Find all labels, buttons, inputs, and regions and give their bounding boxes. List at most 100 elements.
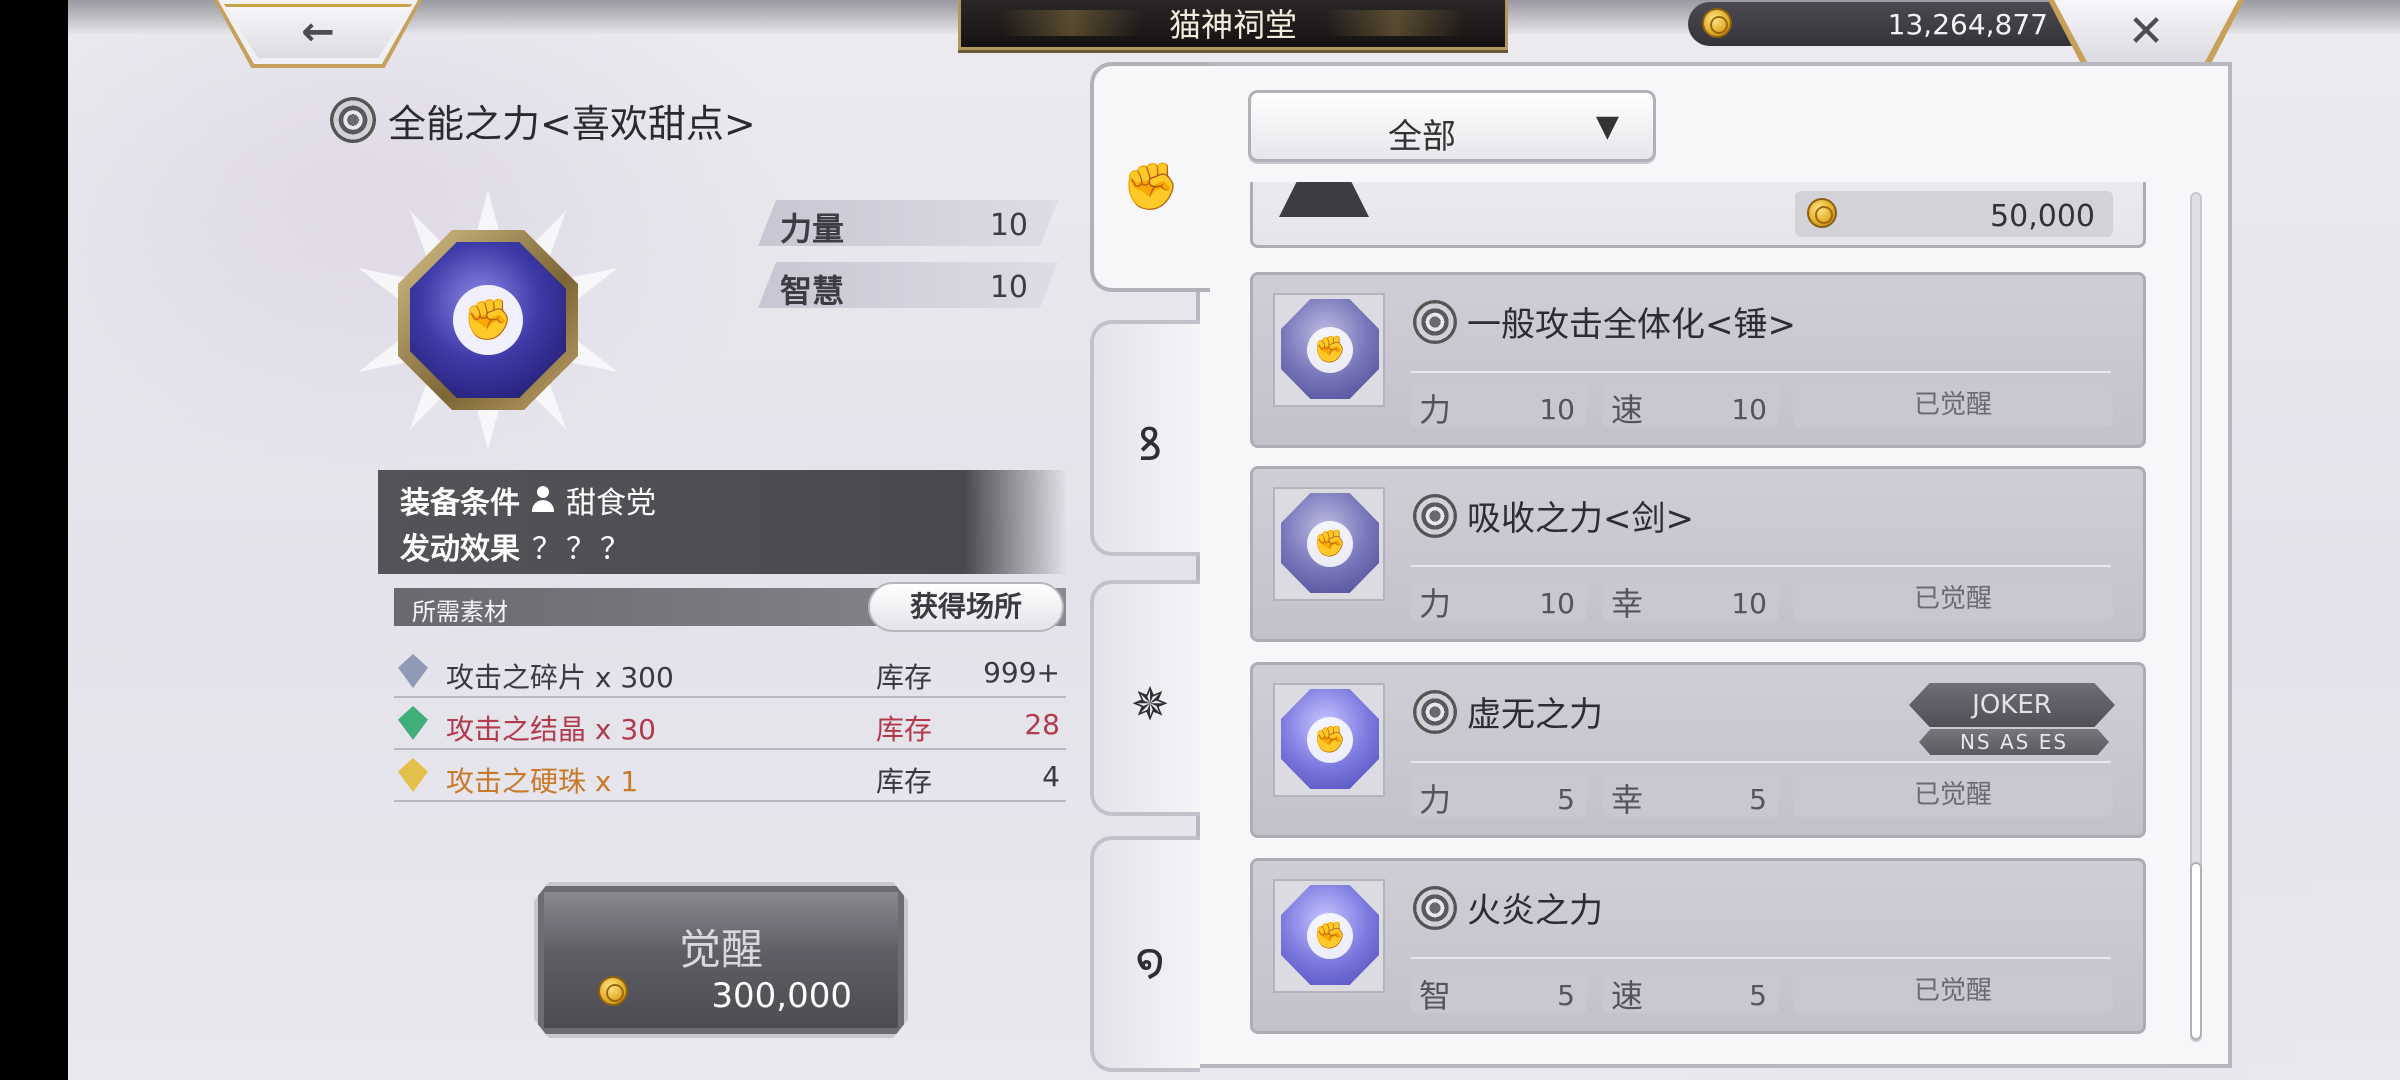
stock-value: 999+	[983, 656, 1060, 689]
tab-vortex[interactable]: ໑	[1090, 836, 1200, 1072]
coin-icon	[1807, 198, 1837, 228]
swirl-icon: ꝸ	[1137, 417, 1163, 471]
fist-icon: ✊	[1307, 327, 1353, 373]
joker-sub-badge: NS AS ES	[1919, 729, 2109, 755]
skill-name: 虚无之力	[1467, 695, 1603, 735]
awaken-button[interactable]: 觉醒 300,000	[534, 882, 908, 1038]
cost-value: 50,000	[1990, 199, 2095, 234]
stat-key: 力	[1419, 391, 1452, 429]
chevron-down-icon: ▼	[1595, 109, 1619, 144]
status-badge: 已觉醒	[1793, 969, 2113, 1013]
tab-swirl[interactable]: ꝸ	[1090, 320, 1200, 556]
filter-dropdown[interactable]: 全部 ▼	[1248, 90, 1656, 162]
card-title-row: 火炎之力	[1413, 883, 1603, 932]
stat-pill: 力 10	[1411, 577, 1587, 623]
skill-gear-icon	[330, 97, 376, 143]
shard-icon	[398, 654, 428, 688]
card-title-row: 吸收之力<剑>	[1413, 491, 1694, 540]
material-row: 攻击之硬珠 x 1 库存 4	[394, 752, 1066, 802]
skill-name: 一般攻击全体化<锤>	[1467, 305, 1796, 345]
skill-list[interactable]: 50,000 ✊ 一般攻击全体化<锤> 力 10 速 10 已觉醒 ✊ 吸收之力…	[1250, 182, 2150, 1052]
stat-key: 幸	[1611, 585, 1644, 623]
currency-display: 13,264,877	[1688, 2, 2108, 46]
stat-value: 10	[989, 208, 1028, 243]
stock-value: 4	[1042, 760, 1060, 793]
filter-label: 全部	[1388, 117, 1456, 157]
fist-icon: ✊	[1307, 521, 1353, 567]
equip-condition-row: 装备条件 甜食党	[400, 478, 656, 522]
stat-value: 5	[1557, 783, 1575, 816]
gem-icon	[1279, 182, 1369, 217]
gear-icon	[1413, 299, 1457, 344]
stat-key: 幸	[1611, 781, 1644, 819]
tab-fist[interactable]: ✊	[1090, 62, 1210, 292]
stat-row-wisdom: 智慧 10	[758, 262, 1058, 308]
stat-key: 速	[1611, 391, 1644, 429]
obtain-location-button[interactable]: 获得场所	[868, 582, 1064, 632]
skill-title: 全能之力<喜欢甜点>	[388, 101, 756, 146]
status-badge: 已觉醒	[1793, 383, 2113, 427]
stat-value: 10	[989, 270, 1028, 305]
game-screen: ← 猫神祠堂 13,264,877 ✕ 全能之力<喜欢甜点> ✊ 力量 10 智…	[68, 0, 2400, 1080]
person-icon	[532, 486, 554, 514]
coin-icon	[598, 976, 628, 1006]
stat-value: 10	[1731, 587, 1767, 620]
list-item[interactable]: ✊ 火炎之力 智 5 速 5 已觉醒	[1250, 858, 2146, 1034]
equip-condition-value: 甜食党	[566, 486, 656, 521]
stat-pill: 幸 10	[1603, 577, 1779, 623]
fist-icon: ✊	[453, 285, 523, 355]
title-plate: 猫神祠堂	[958, 0, 1508, 50]
stat-value: 10	[1539, 587, 1575, 620]
status-badge: 已觉醒	[1793, 577, 2113, 621]
stat-row-strength: 力量 10	[758, 200, 1058, 246]
divider	[1411, 371, 2111, 373]
stat-value: 10	[1731, 393, 1767, 426]
gear-icon	[1413, 689, 1457, 734]
stat-pill: 力 5	[1411, 773, 1587, 819]
stat-label: 力量	[780, 210, 845, 248]
stat-pill: 幸 5	[1603, 773, 1779, 819]
back-arrow-icon[interactable]: ←	[286, 12, 350, 52]
stat-key: 速	[1611, 977, 1644, 1015]
fist-icon: ✊	[1122, 159, 1180, 213]
awaken-cost: 300,000	[711, 976, 852, 1016]
material-row: 攻击之碎片 x 300 库存 999+	[394, 648, 1066, 698]
scrollbar-thumb[interactable]	[2190, 862, 2202, 1040]
stat-value: 5	[1557, 979, 1575, 1012]
equip-info-box: 装备条件 甜食党 发动效果 ？？？	[378, 470, 1068, 574]
divider	[1411, 565, 2111, 567]
skill-name: 吸收之力<剑>	[1467, 499, 1694, 539]
cost-display: 50,000	[1795, 191, 2113, 237]
list-item[interactable]: ✊ 虚无之力 JOKER NS AS ES 力 5 幸 5 已觉醒	[1250, 662, 2146, 838]
stat-pill: 智 5	[1411, 969, 1587, 1015]
list-item[interactable]: 50,000	[1250, 182, 2146, 248]
tab-burst[interactable]: ✵	[1090, 580, 1200, 816]
close-icon[interactable]: ✕	[2112, 8, 2180, 56]
stat-key: 力	[1419, 781, 1452, 819]
stock-label: 库存	[876, 661, 933, 694]
equip-condition-label: 装备条件	[400, 486, 520, 521]
material-name: 攻击之结晶 x 30	[446, 713, 657, 746]
list-item[interactable]: ✊ 吸收之力<剑> 力 10 幸 10 已觉醒	[1250, 466, 2146, 642]
skill-title-row: 全能之力<喜欢甜点>	[330, 92, 756, 148]
stat-value: 5	[1749, 783, 1767, 816]
orb-icon	[398, 758, 428, 792]
coin-icon	[1702, 8, 1732, 38]
status-badge: 已觉醒	[1793, 773, 2113, 817]
fist-icon: ✊	[1307, 717, 1353, 763]
page-title: 猫神祠堂	[1168, 6, 1297, 44]
joker-badge: JOKER	[1909, 683, 2115, 727]
stock-value: 28	[1024, 708, 1060, 741]
list-item[interactable]: ✊ 一般攻击全体化<锤> 力 10 速 10 已觉醒	[1250, 272, 2146, 448]
vortex-icon: ໑	[1135, 933, 1165, 987]
coin-amount: 13,264,877	[1887, 8, 2048, 41]
trigger-effect-label: 发动效果	[400, 532, 520, 567]
card-title-row: 一般攻击全体化<锤>	[1413, 297, 1796, 346]
gear-icon	[1413, 493, 1457, 538]
stat-key: 智	[1419, 977, 1452, 1015]
trigger-effect-value: ？？？	[532, 532, 634, 567]
divider	[1411, 761, 2111, 763]
material-name: 攻击之硬珠 x 1	[446, 765, 639, 798]
skill-gem-emblem: ✊	[358, 190, 618, 450]
divider	[1411, 957, 2111, 959]
